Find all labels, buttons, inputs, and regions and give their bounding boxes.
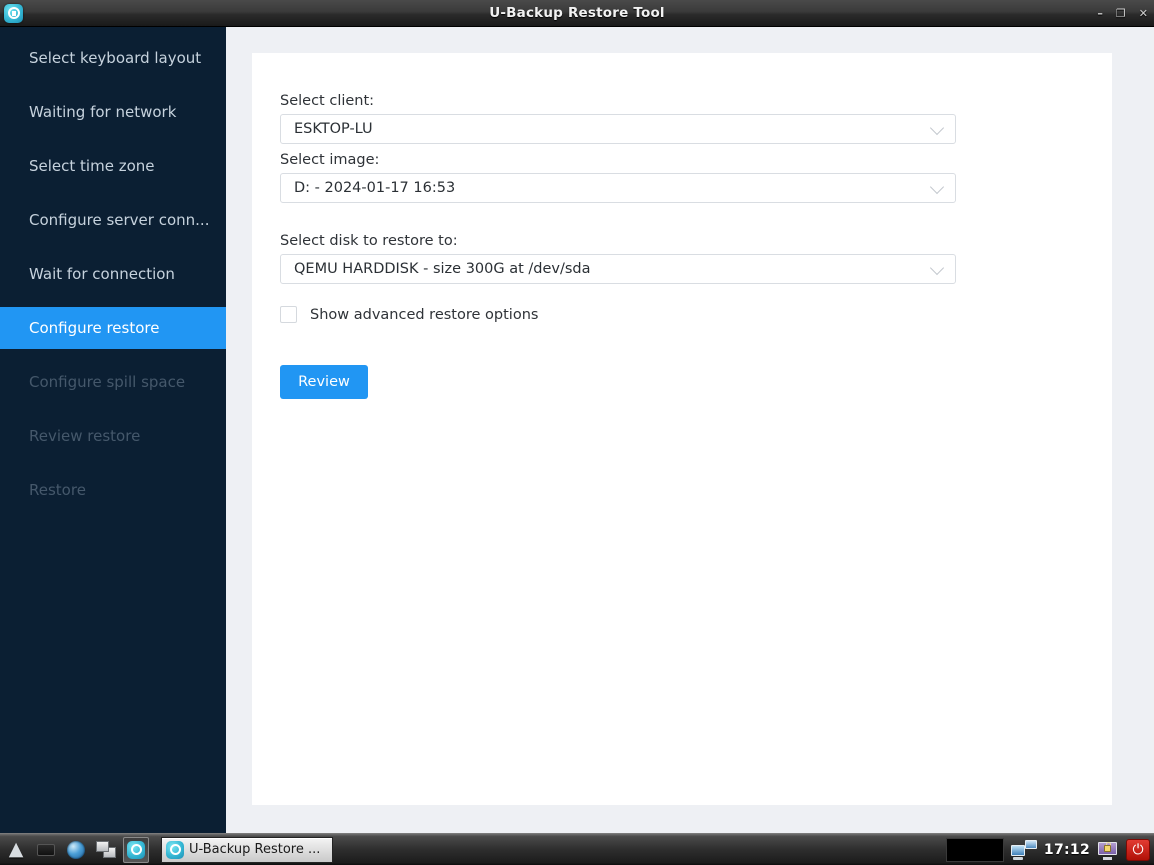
select-disk-value: QEMU HARDDISK - size 300G at /dev/sda: [294, 261, 591, 277]
close-button[interactable]: ✕: [1139, 8, 1148, 19]
taskbar-launchers: ▲: [0, 834, 149, 865]
task-button-label: U-Backup Restore ...: [189, 842, 320, 857]
spacer: [280, 211, 1112, 233]
content-region: Select client: ESKTOP-LU Select image: D…: [226, 27, 1154, 833]
sidebar-item-configure-restore[interactable]: Configure restore: [0, 307, 226, 349]
sidebar-item-configure-server-connection[interactable]: Configure server conn...: [0, 199, 226, 241]
tray-blank-area: [946, 838, 1004, 862]
show-advanced-options-label: Show advanced restore options: [310, 307, 538, 323]
window-title: U-Backup Restore Tool: [0, 5, 1154, 21]
network-monitors-icon[interactable]: [1011, 840, 1037, 860]
sidebar-item-label: Select keyboard layout: [29, 49, 201, 67]
select-disk-label: Select disk to restore to:: [280, 233, 1112, 249]
sidebar-item-waiting-for-network[interactable]: Waiting for network: [0, 91, 226, 133]
desktop-screen: U-Backup Restore Tool – ❐ ✕ Select keybo…: [0, 0, 1154, 865]
chevron-down-icon: [930, 121, 944, 135]
sidebar-item-select-keyboard-layout[interactable]: Select keyboard layout: [0, 37, 226, 79]
sidebar-item-select-time-zone[interactable]: Select time zone: [0, 145, 226, 187]
terminal-box-icon[interactable]: [33, 837, 59, 863]
review-button[interactable]: Review: [280, 365, 368, 399]
sidebar-item-restore: Restore: [0, 469, 226, 511]
configure-restore-panel: Select client: ESKTOP-LU Select image: D…: [252, 53, 1112, 805]
sidebar-item-review-restore: Review restore: [0, 415, 226, 457]
select-client-label: Select client:: [280, 93, 1112, 109]
chevron-down-icon: [930, 180, 944, 194]
select-disk-dropdown[interactable]: QEMU HARDDISK - size 300G at /dev/sda: [280, 254, 956, 284]
select-image-dropdown[interactable]: D: - 2024-01-17 16:53: [280, 173, 956, 203]
window-titlebar[interactable]: U-Backup Restore Tool – ❐ ✕: [0, 0, 1154, 27]
lock-screen-icon[interactable]: [1097, 840, 1119, 860]
taskbar-clock[interactable]: 17:12: [1044, 842, 1090, 858]
maximize-button[interactable]: ❐: [1116, 8, 1126, 19]
sidebar-item-label: Configure restore: [29, 319, 159, 337]
sidebar-item-label: Configure server conn...: [29, 211, 209, 229]
select-client-dropdown[interactable]: ESKTOP-LU: [280, 114, 956, 144]
sidebar-item-label: Restore: [29, 481, 86, 499]
sidebar-item-configure-spill-space: Configure spill space: [0, 361, 226, 403]
web-browser-globe-icon[interactable]: [63, 837, 89, 863]
u-backup-app-icon[interactable]: [123, 837, 149, 863]
power-button-icon[interactable]: ⏻: [1126, 839, 1150, 861]
select-image-label: Select image:: [280, 152, 1112, 168]
sidebar-item-label: Select time zone: [29, 157, 155, 175]
windows-switcher-icon[interactable]: [93, 837, 119, 863]
task-button-u-backup[interactable]: U-Backup Restore ...: [161, 837, 333, 863]
sidebar-item-label: Review restore: [29, 427, 140, 445]
sidebar-item-label: Waiting for network: [29, 103, 176, 121]
system-tray: 17:12 ⏻: [946, 834, 1154, 865]
select-image-value: D: - 2024-01-17 16:53: [294, 180, 455, 196]
sidebar-item-label: Configure spill space: [29, 373, 185, 391]
taskbar-task-list: U-Backup Restore ...: [161, 837, 333, 863]
u-backup-app-icon: [166, 841, 184, 859]
show-advanced-options-checkbox[interactable]: [280, 306, 297, 323]
chevron-down-icon: [930, 261, 944, 275]
minimize-button[interactable]: –: [1097, 8, 1103, 19]
show-advanced-options-row[interactable]: Show advanced restore options: [280, 306, 1112, 323]
desktop-taskbar: ▲ U-Backup Restore ...: [0, 833, 1154, 865]
select-client-value: ESKTOP-LU: [294, 121, 373, 137]
wizard-step-sidebar: Select keyboard layout Waiting for netwo…: [0, 27, 226, 833]
window-body: Select keyboard layout Waiting for netwo…: [0, 27, 1154, 833]
sidebar-item-wait-for-connection[interactable]: Wait for connection: [0, 253, 226, 295]
arch-arrow-icon[interactable]: ▲: [3, 837, 29, 863]
window-controls: – ❐ ✕: [1097, 0, 1148, 27]
sidebar-item-label: Wait for connection: [29, 265, 175, 283]
